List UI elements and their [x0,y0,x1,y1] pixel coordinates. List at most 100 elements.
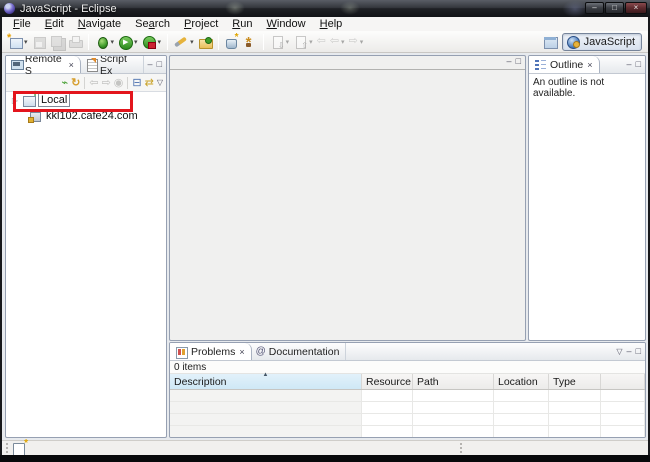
external-tools-icon [142,35,156,49]
maximize-view-button[interactable]: □ [516,57,521,66]
forward-icon: ⇨ [349,36,358,47]
toolbar-separator [263,34,264,50]
collapse-all-icon[interactable]: ⊟ [132,76,141,89]
window-bottom-frame [0,455,650,462]
next-annotation-icon: ⇩ [270,35,284,49]
toolbar-separator [167,34,168,50]
link-with-editor-icon[interactable]: ⇄ [145,76,154,89]
view-menu-icon[interactable]: ▽ [157,78,163,87]
previous-annotation-icon: ⇧ [293,35,307,49]
menu-run[interactable]: Run [225,18,259,30]
next-annotation-button[interactable]: ⇩▾ [268,33,292,51]
maximize-view-button[interactable]: □ [636,60,641,69]
eclipse-window: JavaScript - Eclipse – □ × File Edit Nav… [0,0,650,462]
tab-script-explorer[interactable]: Script Ex [81,56,144,73]
maximize-view-button[interactable]: □ [636,347,641,356]
menu-window[interactable]: Window [259,18,312,30]
maximize-button[interactable]: □ [605,2,624,14]
remote-systems-icon [10,58,22,72]
maximize-view-button[interactable]: □ [157,60,162,69]
tab-outline[interactable]: Outline × [529,56,600,73]
new-wizard-button[interactable]: ▾ [6,33,30,51]
minimize-view-button[interactable]: – [627,347,632,356]
burst-wizard-button[interactable] [241,33,259,51]
problems-empty-row [170,402,645,414]
close-icon[interactable]: × [68,60,74,70]
tab-documentation[interactable]: @ Documentation [252,343,347,360]
jug-wizard-button[interactable] [223,33,241,51]
remote-systems-toolbar: ⌁ ↻ ⇦ ⇨ ◉ ⊟ ⇄ ▽ [6,74,166,92]
search-icon [174,35,188,49]
minimize-view-button[interactable]: – [148,60,153,69]
highlight-annotation-box [13,91,133,112]
save-all-button[interactable] [48,33,66,51]
problems-count: 0 items [170,361,645,374]
debug-button[interactable]: ▾ [93,33,117,51]
status-bar [2,440,648,455]
tab-problems[interactable]: Problems × [170,343,252,360]
menu-help[interactable]: Help [313,18,350,30]
title-bar: JavaScript - Eclipse – □ × [0,0,650,17]
column-type[interactable]: Type [549,374,601,389]
column-resource[interactable]: Resource [362,374,413,389]
toolbar-separator [88,34,89,50]
open-perspective-icon [543,35,557,49]
previous-annotation-button[interactable]: ⇧▾ [291,33,315,51]
forward-button[interactable]: ⇨▾ [347,33,366,51]
editor-tab-divider [170,69,525,70]
new-connection-icon[interactable]: ⌁ [62,76,69,89]
search-button[interactable]: ▾ [172,33,196,51]
minimize-button[interactable]: – [585,2,604,14]
go-into-icon[interactable]: ◉ [114,76,124,89]
problems-view: Problems × @ Documentation ▽ – □ 0 items… [169,342,646,438]
open-folder-icon [198,35,212,49]
script-explorer-icon [85,58,97,72]
column-location[interactable]: Location [494,374,549,389]
close-icon[interactable]: × [586,60,592,70]
menu-bar: File Edit Navigate Search Project Run Wi… [2,17,648,31]
save-button[interactable] [30,33,48,51]
back-icon: ⇦ [330,36,339,47]
toolbar-drag-handle [6,443,8,453]
menu-navigate[interactable]: Navigate [71,18,128,30]
editor-area: – □ [169,55,526,341]
fast-view-icon[interactable] [12,441,26,455]
problems-empty-row [170,414,645,426]
problems-empty-row [170,426,645,438]
close-button[interactable]: × [625,2,647,14]
column-filler [601,374,645,389]
perspective-javascript-button[interactable]: JavaScript [562,33,642,51]
view-menu-icon[interactable]: ▽ [616,348,622,356]
external-tools-button[interactable]: ▾ [140,33,164,51]
new-wizard-icon [8,35,22,49]
perspective-label: JavaScript [584,36,635,48]
column-description[interactable]: Description▲ [170,374,362,389]
open-folder-button[interactable] [196,33,214,51]
problems-empty-row [170,390,645,402]
menu-search[interactable]: Search [128,18,177,30]
tab-remote-systems[interactable]: Remote S × [6,56,81,73]
last-edit-location-button[interactable]: ⇦ [315,33,328,51]
last-edit-location-icon: ⇦ [317,36,326,47]
minimize-view-button[interactable]: – [507,57,512,66]
run-button[interactable]: ▾ [116,33,140,51]
toolbar-separator [218,34,219,50]
outline-message: An outline is not available. [529,74,645,102]
column-path[interactable]: Path [413,374,494,389]
open-perspective-button[interactable] [541,33,559,51]
back-icon[interactable]: ⇦ [89,76,98,89]
minimize-view-button[interactable]: – [627,60,632,69]
status-bar-separator [460,443,462,453]
menu-project[interactable]: Project [177,18,225,30]
refresh-icon[interactable]: ↻ [71,76,80,89]
javascript-perspective-icon [566,35,580,49]
menu-edit[interactable]: Edit [38,18,71,30]
menu-file[interactable]: File [6,18,38,30]
forward-icon[interactable]: ⇨ [102,76,111,89]
close-icon[interactable]: × [238,347,244,357]
problems-icon [174,345,188,359]
print-button[interactable] [66,33,84,51]
jug-wizard-icon [225,35,239,49]
back-button[interactable]: ⇦▾ [328,33,347,51]
problems-table: Description▲ Resource Path Location Type [170,374,645,438]
